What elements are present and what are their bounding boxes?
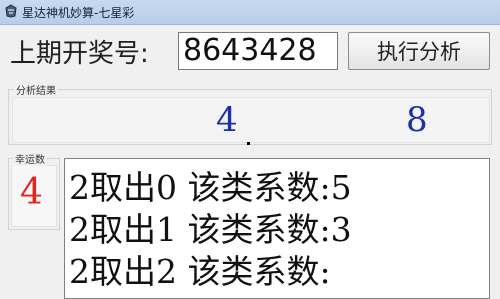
last-draw-input[interactable]: 8643428 — [178, 32, 338, 70]
analysis-result-legend: 分析结果 — [14, 82, 58, 97]
window-title: 星达神机妙算-七星彩 — [22, 6, 135, 20]
analysis-result-value-1: 4 — [216, 100, 238, 140]
last-draw-label: 上期开奖号: — [10, 39, 149, 69]
lucky-number-legend: 幸运数 — [13, 151, 47, 166]
app-icon — [5, 4, 17, 18]
analysis-result-value-2: 8 — [406, 100, 428, 140]
title-bar[interactable]: 星达神机妙算-七星彩 — [0, 0, 500, 25]
execute-analysis-button[interactable]: 执行分析 — [348, 32, 490, 70]
output-textbox[interactable]: 2取出0 该类系数:5 2取出1 该类系数:3 2取出2 该类系数: — [64, 158, 490, 299]
output-line: 2取出0 该类系数:5 — [69, 168, 352, 207]
output-line: 2取出1 该类系数:3 — [69, 210, 352, 249]
output-line: 2取出2 该类系数: — [69, 252, 331, 291]
result-marker-dot — [247, 142, 250, 145]
lucky-number-value: 4 — [20, 172, 43, 213]
